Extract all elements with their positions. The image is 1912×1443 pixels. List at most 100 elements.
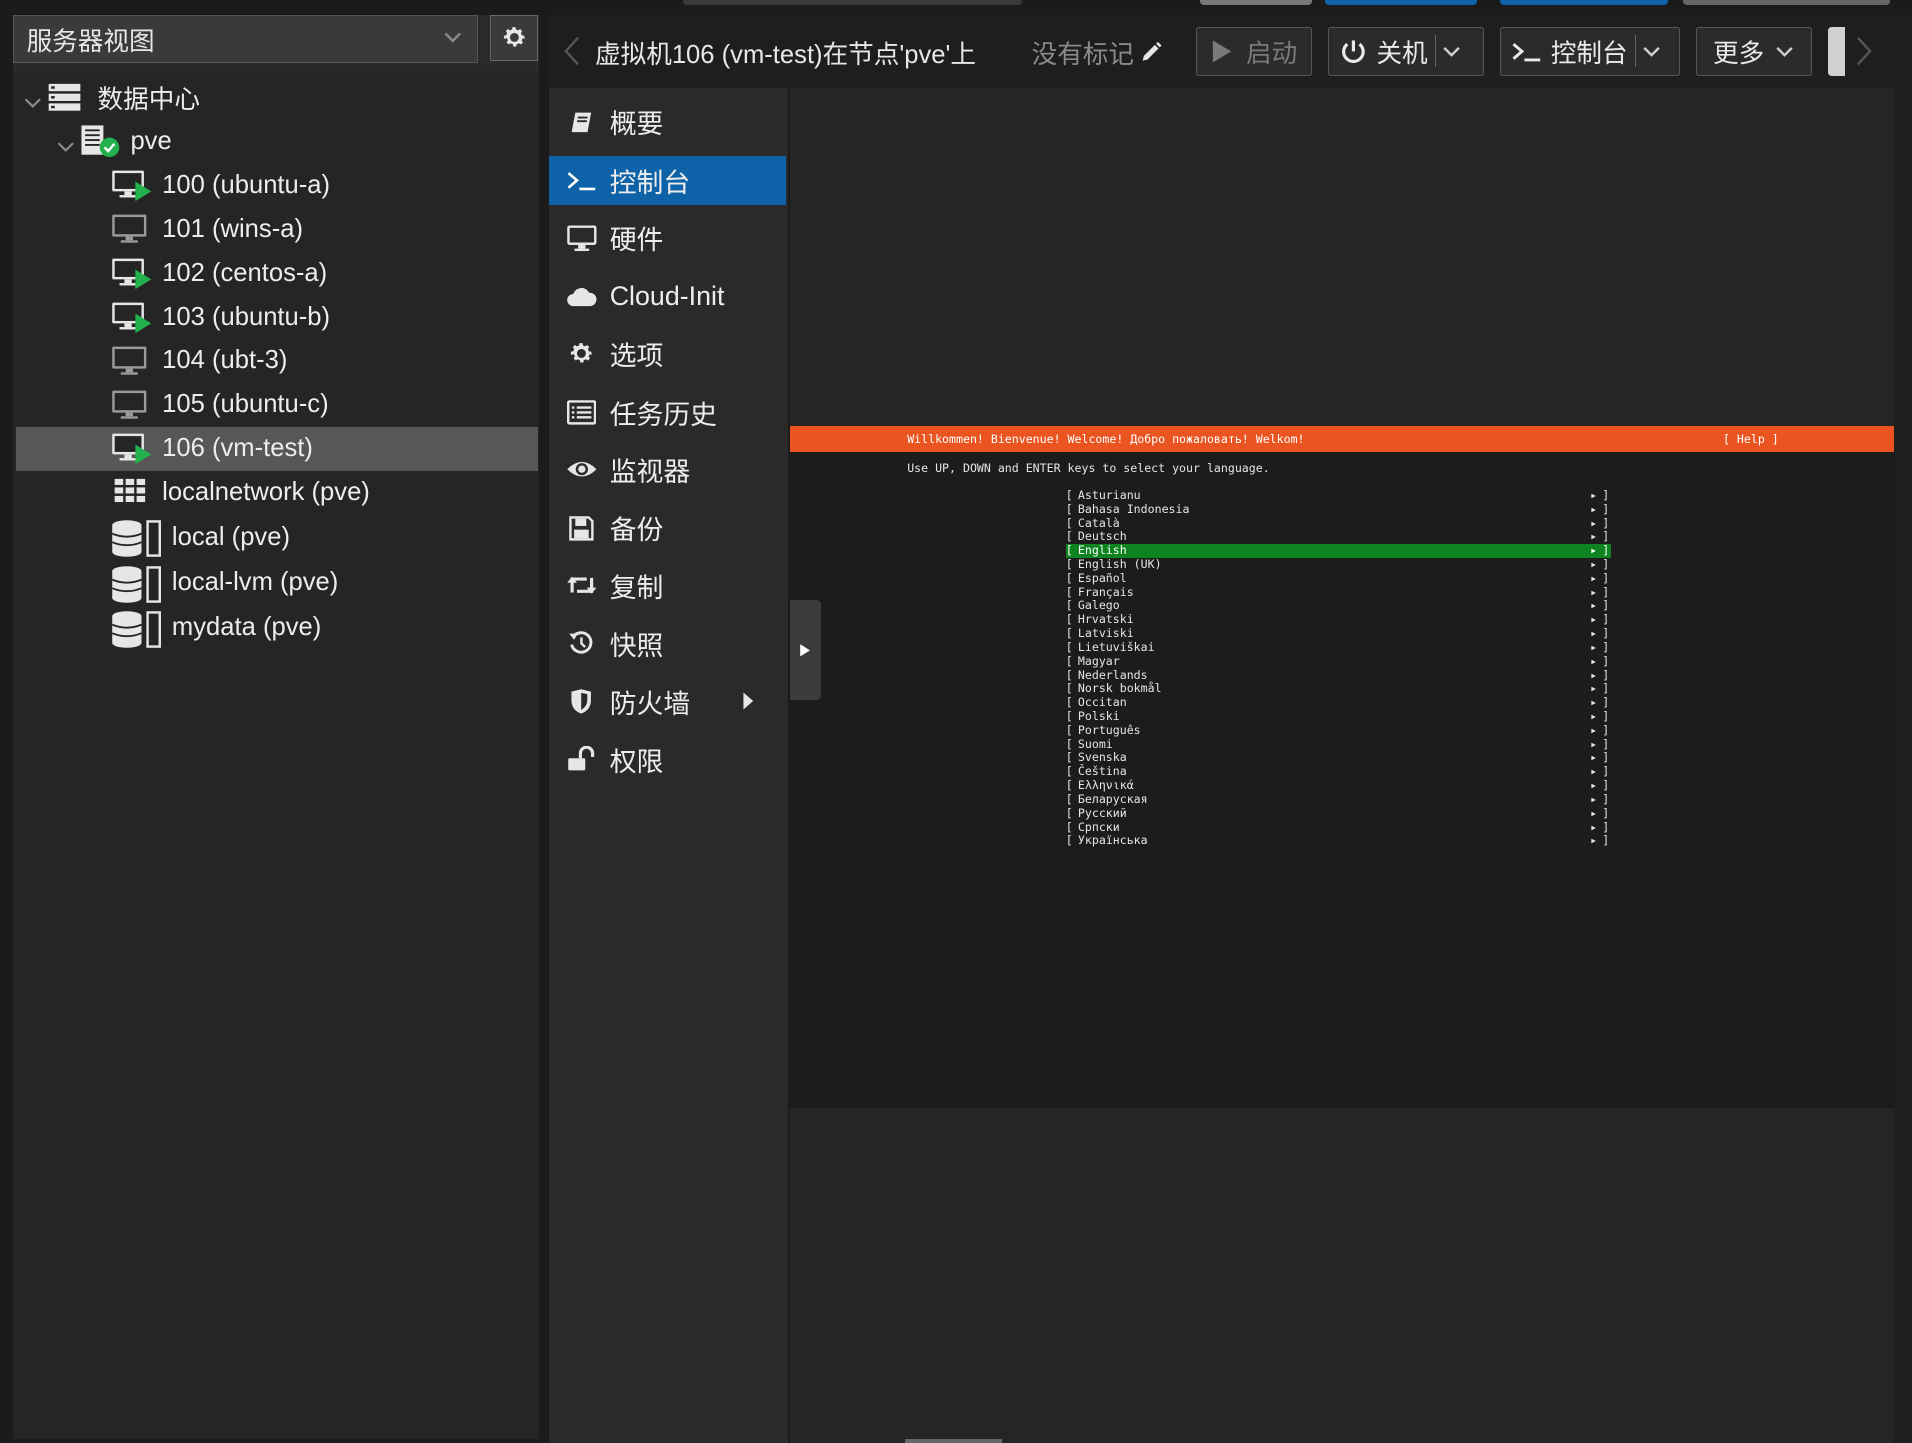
language-option[interactable]: [Suomi ▸] [1066,737,1611,752]
arrow-right-icon: ▸ [1590,791,1598,806]
menu-item-monitor[interactable]: 监视器 [549,445,787,494]
tree-item-label: localnetwork (pve) [162,478,370,507]
installer-help[interactable]: [ Help ] [1723,432,1779,446]
tree-item[interactable]: localnetwork (pve) [16,471,538,515]
language-option[interactable]: [Русский ▸] [1066,806,1611,821]
language-option[interactable]: [Magyar ▸] [1066,653,1611,669]
chevron-down-icon[interactable] [56,134,76,154]
tree-item[interactable]: 104 (ubt-3) [16,339,538,383]
tree-item-label: 102 (centos-a) [162,258,328,287]
arrow-right-icon: ▸ [1590,570,1598,585]
language-name: Asturianu [1077,487,1141,502]
shutdown-button[interactable]: 关机 [1327,26,1484,76]
language-option[interactable]: [Čeština ▸] [1066,765,1611,779]
language-option[interactable]: [Lietuviškai ▸] [1066,640,1611,655]
language-name: Беларуская [1077,791,1148,806]
language-option[interactable]: [Беларуская ▸] [1066,791,1611,807]
language-option[interactable]: [Ελληνικά ▸] [1066,778,1611,793]
menu-item-label: 概要 [609,109,664,140]
menu-item-task-history[interactable]: 任务历史 [549,388,787,437]
menu-item-replication[interactable]: 复制 [549,561,787,610]
help-button[interactable] [1827,26,1845,76]
menu-item-summary[interactable]: 概要 [549,98,787,147]
language-option[interactable]: [Português ▸] [1066,723,1611,738]
more-button[interactable]: 更多 [1696,26,1812,76]
installer-welcome-text: Willkommen! Bienvenue! Welcome! Добро по… [907,431,1305,446]
language-option[interactable]: [Français ▸] [1066,585,1611,600]
tree-item[interactable]: 101 (wins-a) [16,207,538,251]
tree-item[interactable]: 数据中心 [16,76,538,120]
tree-item-label: local (pve) [171,523,290,552]
tree-item[interactable]: 100 (ubuntu-a) [16,163,538,207]
language-option[interactable]: [Hrvatski ▸] [1066,613,1611,627]
language-option[interactable]: [Українська ▸] [1066,834,1611,848]
language-option[interactable]: [Galego ▸] [1066,599,1611,613]
floppy-icon [566,512,598,544]
menu-item-snapshots[interactable]: 快照 [549,619,787,668]
language-option[interactable]: [Occitan ▸] [1066,696,1611,710]
language-option[interactable]: [Bahasa Indonesia ▸] [1066,501,1611,517]
more-label: 更多 [1713,39,1765,68]
arrow-right-icon: ▸ [1590,557,1598,572]
storage-icon [111,610,161,648]
view-selector[interactable]: 服务器视图 [13,14,478,64]
tree-item[interactable]: pve [16,120,538,164]
tree-item[interactable]: 106 (vm-test) [15,426,538,471]
language-option[interactable]: [Deutsch ▸] [1066,530,1611,544]
menu-item-cloud-init[interactable]: Cloud-Init [549,272,787,321]
tree-item[interactable]: 103 (ubuntu-b) [16,295,538,339]
menu-item-hardware[interactable]: 硬件 [549,213,787,262]
arrow-right-icon: ▸ [1590,598,1598,613]
language-option[interactable]: [Norsk bokmål ▸] [1066,682,1611,696]
page-title: 虚拟机106 (vm-test)在节点'pve'上 [595,41,976,70]
console-button[interactable]: 控制台 [1499,26,1681,76]
language-option[interactable]: [Català ▸] [1066,515,1611,531]
vm-console-screen[interactable]: Willkommen! Bienvenue! Welcome! Добро по… [790,425,1894,1109]
tree-item[interactable]: mydata (pve) [16,606,538,650]
menu-item-backup[interactable]: 备份 [549,504,787,553]
language-option[interactable]: [Polski ▸] [1066,709,1611,724]
start-button[interactable]: 启动 [1196,26,1313,76]
language-name: Català [1077,515,1120,530]
vm-stopped-icon [111,387,152,424]
unlock-icon [566,744,598,776]
chevron-down-icon[interactable] [1443,43,1461,60]
installer-instruction: Use UP, DOWN and ENTER keys to select yo… [907,460,1270,475]
language-option[interactable]: [Nederlands ▸] [1066,668,1611,683]
panel-collapse-handle[interactable] [790,599,821,700]
tree-item[interactable]: local (pve) [16,516,538,560]
tree-item[interactable]: 102 (centos-a) [16,251,538,295]
pencil-icon[interactable] [1139,40,1163,64]
tree-item[interactable]: local-lvm (pve) [16,561,538,605]
panel-splitter[interactable] [538,14,549,1443]
language-option[interactable]: [English ▸] [1065,544,1611,558]
chevron-right-icon[interactable] [1853,34,1875,74]
menu-item-permissions[interactable]: 权限 [549,735,787,784]
language-name: Occitan [1077,695,1127,710]
arrow-right-icon: ▸ [1590,529,1598,544]
language-option[interactable]: [Српски ▸] [1066,820,1611,835]
tree-item-label: 105 (ubuntu-c) [162,390,329,419]
language-option[interactable]: [Latviski ▸] [1066,626,1611,641]
chevron-down-icon [1776,46,1794,57]
language-option[interactable]: [Español ▸] [1066,570,1611,586]
tags-area[interactable]: 没有标记 [1032,34,1164,71]
chevron-left-icon[interactable] [561,34,583,74]
menu-item-console[interactable]: 控制台 [548,156,787,205]
language-option[interactable]: [English (UK) ▸] [1066,557,1611,572]
chevron-down-icon[interactable] [23,90,43,110]
tree-settings-button[interactable] [490,14,538,61]
language-name: Bahasa Indonesia [1077,501,1190,516]
chevron-down-icon[interactable] [1643,43,1661,60]
language-name: Українська [1077,833,1148,848]
tree-item[interactable]: 105 (ubuntu-c) [16,383,538,427]
scroll-indicator[interactable] [904,1438,1003,1443]
content-edge [1893,87,1912,1443]
menu-item-options[interactable]: 选项 [549,329,787,378]
language-option[interactable]: [Svenska ▸] [1066,751,1611,765]
menu-item-label: 备份 [609,515,664,546]
menu-item-firewall[interactable]: 防火墙 [549,677,787,726]
chevron-down-icon [443,25,463,56]
language-option[interactable]: [Asturianu ▸] [1066,487,1611,503]
arrow-right-icon: ▸ [1590,653,1598,668]
